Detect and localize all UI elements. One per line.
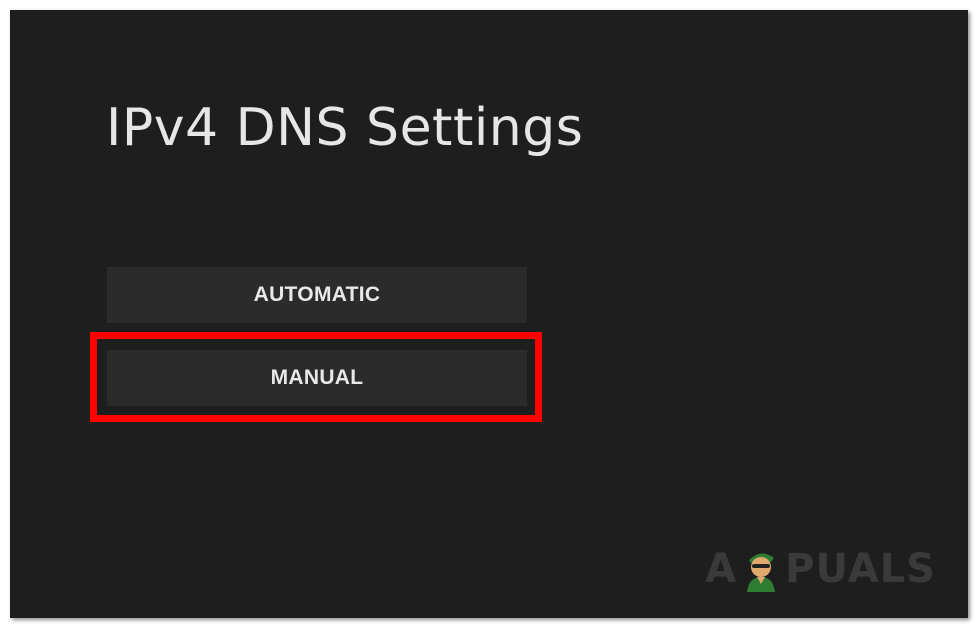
highlight-box — [90, 332, 542, 422]
appuals-mascot-icon — [741, 546, 781, 592]
watermark-text-end: PUALS — [785, 546, 936, 592]
settings-screen: IPv4 DNS Settings AUTOMATIC MANUAL A PUA… — [10, 10, 968, 618]
watermark-logo: A PUALS — [705, 546, 936, 592]
watermark-text-start: A — [705, 546, 738, 592]
page-title: IPv4 DNS Settings — [106, 98, 584, 158]
automatic-button[interactable]: AUTOMATIC — [107, 267, 527, 323]
